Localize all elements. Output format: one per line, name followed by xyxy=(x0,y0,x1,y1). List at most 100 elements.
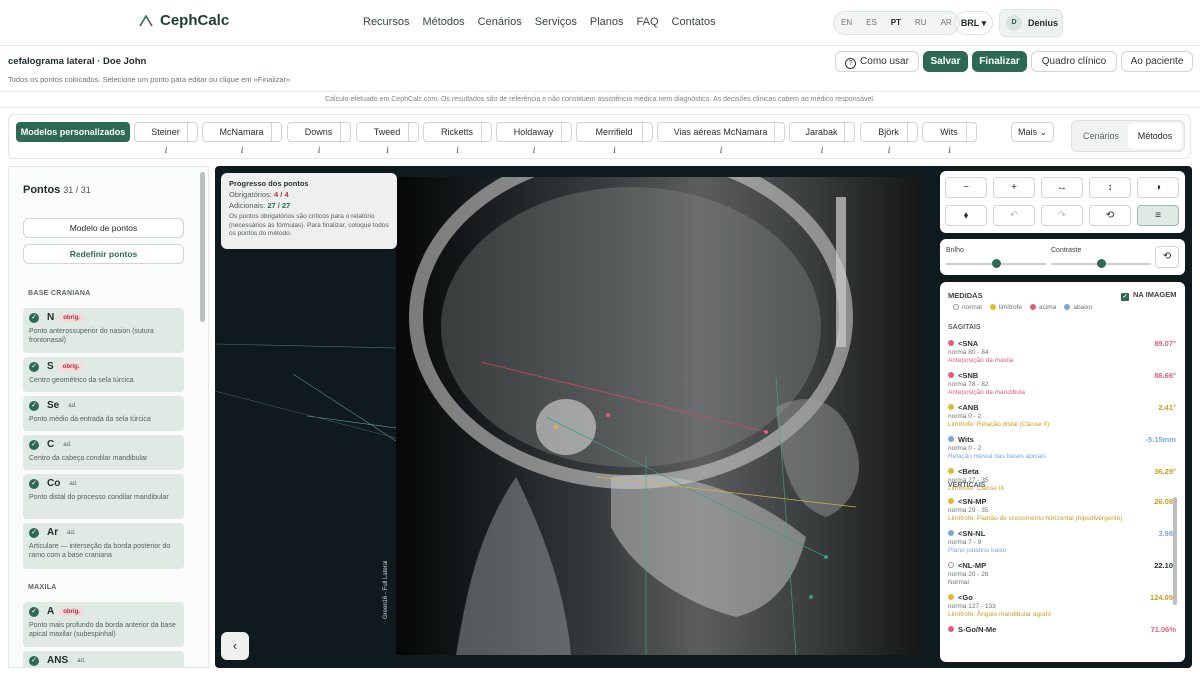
info-icon[interactable]: i xyxy=(879,141,899,159)
method-tweed[interactable]: Tweedi xyxy=(356,122,419,155)
method-wits[interactable]: Witsi xyxy=(922,122,977,155)
method-merrifield[interactable]: Merrifieldi xyxy=(576,122,653,155)
logo[interactable]: CephCalc xyxy=(138,12,229,29)
method-airway-mcnamara[interactable]: Vias aéreas McNamarai xyxy=(657,122,785,155)
sidebar-scrollbar[interactable] xyxy=(200,172,205,322)
undo-icon[interactable]: ↶ xyxy=(993,205,1035,226)
measure-row[interactable]: <Go 124.09° norma 127 - 133 Limítrofe: Ângu… xyxy=(948,593,1176,618)
legend-dot xyxy=(1064,304,1071,310)
lang-en[interactable]: EN xyxy=(834,12,859,34)
tab-scenarios[interactable]: Cenários xyxy=(1074,123,1128,149)
info-icon[interactable]: i xyxy=(378,141,398,159)
nav-link-metodos[interactable]: Métodos xyxy=(422,16,464,28)
redo-icon[interactable]: ↷ xyxy=(1041,205,1083,226)
nav-link-faq[interactable]: FAQ xyxy=(637,16,659,28)
measure-name: <Go xyxy=(948,593,1176,602)
lang-pt[interactable]: PT xyxy=(884,12,908,34)
measure-row[interactable]: <SN-NL 3.98° norma 7 - 9 Plano palatino bai… xyxy=(948,529,1176,554)
point-desc: Articulare — interseção da borda posteri… xyxy=(29,543,171,559)
fit-height-button[interactable]: ↕ xyxy=(1089,177,1131,198)
point-item-n[interactable]: ✓ Nobrig. Ponto anterossuperior do nasion… xyxy=(23,308,184,353)
to-patient-button[interactable]: Ao paciente xyxy=(1121,51,1193,72)
measure-row[interactable]: Wits -5.15mm norma 0 - 2 Relação mesial das… xyxy=(948,435,1176,460)
contrast-slider[interactable] xyxy=(1096,259,1106,268)
info-icon[interactable]: i xyxy=(448,141,468,159)
check-icon: ✓ xyxy=(29,400,39,411)
method-ricketts[interactable]: Rickettsi xyxy=(423,122,492,155)
check-icon: ✓ xyxy=(29,606,39,617)
method-jarabak[interactable]: Jarabaki xyxy=(789,122,855,155)
chevron-left-icon[interactable]: ‹ xyxy=(221,632,249,660)
measure-row[interactable]: S-Go/N-Me 71.06% xyxy=(948,625,1176,634)
how-to-button[interactable]: ? Como usar xyxy=(835,51,919,72)
point-item-ans[interactable]: ✓ ANS ad. xyxy=(23,651,184,667)
cephalogram-image[interactable] xyxy=(396,177,921,655)
invert-contrast-icon[interactable]: ◑ xyxy=(1137,177,1179,198)
nav-link-recursos[interactable]: Recursos xyxy=(363,16,409,28)
info-icon[interactable]: i xyxy=(812,141,832,159)
reset-points-button[interactable]: Redefinir pontos xyxy=(23,244,184,264)
method-holdaway[interactable]: Holdawayi xyxy=(496,122,572,155)
nav-link-cenarios[interactable]: Cenários xyxy=(478,16,522,28)
point-item-c[interactable]: ✓ Cad. Centro da cabeça condilar mandibul… xyxy=(23,435,184,470)
custom-models-button[interactable]: Modelos personalizados xyxy=(16,122,130,142)
zoom-in-button[interactable]: + xyxy=(993,177,1035,198)
method-mcnamara[interactable]: McNamarai xyxy=(202,122,282,155)
nav-link-servicos[interactable]: Serviços xyxy=(535,16,577,28)
point-item-s[interactable]: ✓ Sobrig. Centro geométrico da sela túrci… xyxy=(23,357,184,392)
info-icon[interactable]: i xyxy=(524,141,544,159)
viewer-tools: − + ↔ ↕ ◑ ⬧ ↶ ↷ ⟲ ≡ xyxy=(940,171,1185,233)
clinical-picture-button[interactable]: Quadro clínico xyxy=(1031,51,1117,72)
point-tag: ad. xyxy=(68,402,77,409)
nav-link-planos[interactable]: Planos xyxy=(590,16,624,28)
info-icon[interactable]: i xyxy=(711,141,731,159)
zoom-out-button[interactable]: − xyxy=(945,177,987,198)
marker-icon[interactable]: ⬧ xyxy=(945,205,987,226)
reset-adjust-icon[interactable]: ⟲ xyxy=(1155,246,1179,268)
measure-value: -5.15mm xyxy=(1145,435,1176,444)
measure-row[interactable]: <ANB 2.41° norma 0 - 2 Limítrofe: Relação d… xyxy=(948,403,1176,428)
info-icon[interactable]: i xyxy=(156,141,176,159)
point-item-ar[interactable]: ✓ Ar ad. Articulare — interseção da borda … xyxy=(23,523,184,569)
point-item-se[interactable]: ✓ Se ad. Ponto médio da entrada da sela tú… xyxy=(23,396,184,431)
status-dot xyxy=(948,372,954,378)
lang-ru[interactable]: RU xyxy=(908,12,934,34)
method-label: Björk xyxy=(871,123,908,141)
measure-row[interactable]: <SNA 89.07° norma 80 - 84 Anteposição da ma… xyxy=(948,339,1176,364)
method-label: Jarabak xyxy=(800,123,845,141)
method-bjork[interactable]: Björki xyxy=(860,122,918,155)
measure-row[interactable]: <SNB 86.66° norma 78 - 82 Anteposição da ma… xyxy=(948,371,1176,396)
point-item-a[interactable]: ✓ Aobrig. Ponto mais profundo da borda an… xyxy=(23,602,184,647)
info-icon[interactable]: i xyxy=(309,141,329,159)
nav-link-contatos[interactable]: Contatos xyxy=(672,16,716,28)
finish-button[interactable]: Finalizar xyxy=(972,51,1027,72)
save-button[interactable]: Salvar xyxy=(923,51,968,72)
legend-dot xyxy=(953,304,959,310)
measure-row[interactable]: <NL-MP 22.10° norma 20 - 26 Normal xyxy=(948,561,1176,586)
legend-label: acima xyxy=(1039,304,1057,311)
currency-select[interactable]: BRL ▾ xyxy=(954,11,993,35)
measure-row[interactable]: <SN-MP 26.08° norma 29 - 35 Limítrofe: Padr… xyxy=(948,497,1176,522)
info-icon[interactable]: i xyxy=(605,141,625,159)
info-icon[interactable]: i xyxy=(232,141,252,159)
method-label: Steiner xyxy=(145,123,188,141)
fit-width-button[interactable]: ↔ xyxy=(1041,177,1083,198)
measure-norm: norma 0 - 2 xyxy=(948,445,982,452)
measures-scrollbar[interactable] xyxy=(1173,497,1177,605)
measure-name: <SN-NL xyxy=(948,529,1176,538)
legend-above: acima xyxy=(1030,304,1056,311)
points-model-button[interactable]: Modelo de pontos xyxy=(23,218,184,238)
on-image-toggle[interactable]: ✓ NA IMAGEM xyxy=(1121,290,1176,301)
brightness-slider[interactable] xyxy=(991,259,1001,268)
lang-es[interactable]: ES xyxy=(859,12,884,34)
legend-normal: normal xyxy=(953,304,982,311)
point-item-co[interactable]: ✓ Co ad. Ponto distal do processo condilar… xyxy=(23,474,184,519)
user-menu[interactable]: D Denius xyxy=(999,9,1063,37)
method-downs[interactable]: Downsi xyxy=(287,122,351,155)
method-steiner[interactable]: Steineri xyxy=(134,122,198,155)
reset-view-icon[interactable]: ⟲ xyxy=(1089,205,1131,226)
tab-methods[interactable]: Métodos xyxy=(1128,123,1182,149)
more-methods-dropdown[interactable]: Mais ⌄ xyxy=(1011,122,1054,142)
info-icon[interactable]: i xyxy=(940,141,960,159)
toggle-measures-icon[interactable]: ≡ xyxy=(1137,205,1179,226)
